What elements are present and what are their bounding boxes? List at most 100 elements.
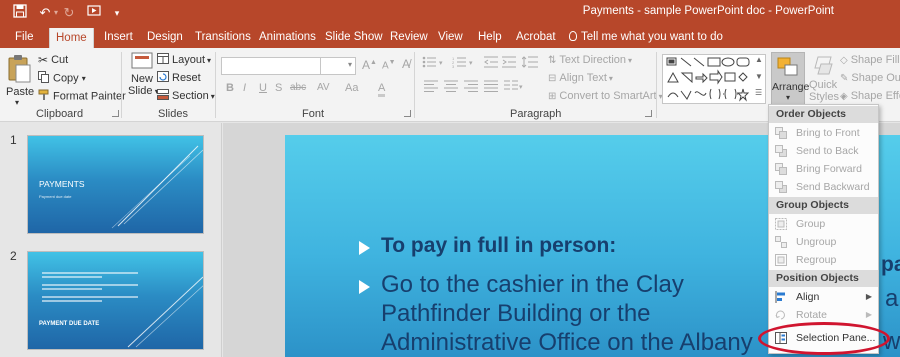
undo-icon[interactable]: ↶ — [38, 4, 52, 22]
font-name-input[interactable] — [221, 57, 321, 75]
copy-button[interactable]: Copy ▾ — [38, 71, 86, 86]
arrange-dropdown-menu: Order Objects Bring to Front Send to Bac… — [768, 104, 879, 354]
tab-transitions[interactable]: Transitions — [194, 26, 252, 48]
bring-forward-label: Bring Forward — [796, 163, 862, 175]
customize-qat-icon[interactable]: ▾ — [112, 4, 122, 22]
redo-icon[interactable]: ↻ — [62, 4, 76, 22]
increase-font-size-icon[interactable]: A▲ — [362, 58, 377, 72]
slide-bullet-2-line-2[interactable]: Pathfinder Building or the — [381, 300, 651, 328]
italic-button[interactable]: I — [243, 82, 246, 94]
ungroup-item[interactable]: Ungroup — [769, 233, 878, 251]
slide-right-fragment-2: al 3 — [885, 285, 900, 312]
justify-icon[interactable] — [484, 80, 498, 95]
slide-bullet-1[interactable]: To pay in full in person: — [381, 234, 616, 258]
shape-outline-button[interactable]: ✎Shape Outl — [840, 72, 900, 84]
tab-slide-show[interactable]: Slide Show — [324, 26, 384, 48]
clipboard-dialog-launcher[interactable] — [112, 110, 119, 117]
clear-formatting-icon[interactable]: A̸ — [402, 57, 410, 71]
layout-button[interactable]: Layout ▾ — [157, 53, 211, 67]
align-right-icon[interactable] — [464, 80, 478, 95]
arrange-label: Arrange — [772, 81, 810, 93]
bring-forward-item[interactable]: Bring Forward — [769, 160, 878, 178]
shape-fill-button[interactable]: ◇ Shape Fill — [840, 54, 900, 66]
paragraph-dialog-launcher[interactable] — [645, 110, 652, 117]
align-label: Align — [796, 291, 820, 303]
increase-indent-icon[interactable] — [502, 56, 516, 71]
tab-animations[interactable]: Animations — [258, 26, 317, 48]
text-direction-icon: ⇅ — [548, 54, 557, 66]
tab-review[interactable]: Review — [389, 26, 429, 48]
tab-home[interactable]: Home — [49, 28, 94, 50]
gallery-scroll-down-icon[interactable]: ▼ — [755, 72, 763, 81]
bring-to-front-item[interactable]: Bring to Front — [769, 124, 878, 142]
tab-acrobat[interactable]: Acrobat — [515, 26, 557, 48]
group-icon — [775, 218, 787, 230]
change-case-button[interactable]: Aa — [345, 82, 358, 94]
slide-bullet-2-line-3[interactable]: Administrative Office on the Albany — [381, 329, 753, 357]
new-slide-button[interactable]: New Slide ▾ — [128, 52, 159, 98]
decrease-font-size-icon[interactable]: A▼ — [382, 59, 396, 71]
thumbnail-text-line — [42, 300, 102, 302]
group-divider — [121, 52, 122, 118]
underline-button[interactable]: U — [259, 82, 267, 94]
gallery-scroll-up-icon[interactable]: ▲ — [755, 55, 763, 64]
format-painter-button[interactable]: Format Painter — [38, 89, 126, 104]
shape-effects-button[interactable]: ◈ Shape Effe — [840, 90, 900, 102]
shapes-gallery[interactable] — [662, 54, 766, 104]
font-dialog-launcher[interactable] — [404, 110, 411, 117]
arrange-button[interactable]: Arrange ▾ — [771, 52, 810, 105]
send-backward-label: Send Backward — [796, 181, 870, 193]
shadow-button[interactable]: S — [275, 82, 282, 94]
strikethrough-button[interactable]: abc — [290, 82, 306, 93]
slide-thumbnail-1[interactable]: PAYMENTS Payment due date — [27, 135, 204, 234]
tab-design[interactable]: Design — [146, 26, 184, 48]
group-item[interactable]: Group — [769, 215, 878, 233]
send-to-back-item[interactable]: Send to Back — [769, 142, 878, 160]
numbering-icon[interactable]: 1 2 3 ▾ — [452, 56, 478, 71]
tab-view[interactable]: View — [437, 26, 464, 48]
bold-button[interactable]: B — [226, 82, 234, 94]
convert-smartart-button[interactable]: ⊞ Convert to SmartArt ▾ — [548, 90, 663, 102]
decrease-indent-icon[interactable] — [484, 56, 498, 71]
section-label: Section — [172, 89, 209, 102]
align-item[interactable]: Align ▶ — [769, 288, 878, 306]
text-direction-button[interactable]: ⇅ Text Direction ▾ — [548, 54, 632, 66]
character-spacing-button[interactable]: AV — [317, 82, 330, 93]
align-center-icon[interactable] — [444, 80, 458, 95]
undo-dropdown-icon[interactable]: ▾ — [52, 4, 60, 22]
font-size-input[interactable]: ▾ — [320, 57, 356, 75]
regroup-icon — [775, 254, 787, 266]
save-icon[interactable] — [12, 4, 28, 22]
tab-help[interactable]: Help — [477, 26, 503, 48]
send-backward-item[interactable]: Send Backward — [769, 178, 878, 196]
paste-button[interactable]: Paste ▾ — [6, 54, 34, 107]
slide-bullet-2-line-1[interactable]: Go to the cashier in the Clay — [381, 271, 684, 299]
thumbnail-title: PAYMENTS — [39, 179, 85, 189]
group-divider — [656, 52, 657, 118]
font-color-button[interactable]: A — [378, 82, 386, 97]
svg-text:▾: ▾ — [519, 84, 523, 91]
thumbnail-text-line — [42, 296, 138, 298]
section-button[interactable]: Section ▾ — [157, 89, 215, 103]
line-spacing-icon[interactable] — [521, 56, 542, 71]
slide-thumbnail-2[interactable]: PAYMENT DUE DATE — [27, 251, 204, 350]
cut-button[interactable]: ✂ Cut — [38, 53, 68, 67]
gallery-more-icon[interactable]: ☰ — [755, 88, 762, 97]
slide-thumbnails-pane: 1 PAYMENTS Payment due date 2 PAYMENT DU… — [0, 123, 222, 357]
align-text-button[interactable]: ⊟ Align Text ▾ — [548, 72, 613, 84]
regroup-item[interactable]: Regroup — [769, 251, 878, 269]
thumbnail-text-line — [42, 284, 138, 286]
bullet-arrow-icon — [359, 241, 370, 255]
tell-me-box[interactable]: Tell me what you want to do — [568, 26, 724, 48]
start-from-beginning-icon[interactable] — [86, 4, 102, 22]
columns-icon[interactable]: ▾ — [504, 80, 524, 95]
tab-file[interactable]: File — [14, 26, 35, 48]
svg-text:▾: ▾ — [439, 60, 443, 67]
clipboard-group-label: Clipboard — [36, 108, 84, 120]
reset-button[interactable]: Reset — [157, 71, 201, 85]
bullets-icon[interactable]: ▾ — [422, 56, 448, 71]
tab-insert[interactable]: Insert — [103, 26, 134, 48]
quick-styles-button[interactable]: Quick Styles ▾ — [809, 54, 845, 104]
lightbulb-icon — [569, 31, 577, 41]
align-left-icon[interactable] — [424, 80, 438, 95]
